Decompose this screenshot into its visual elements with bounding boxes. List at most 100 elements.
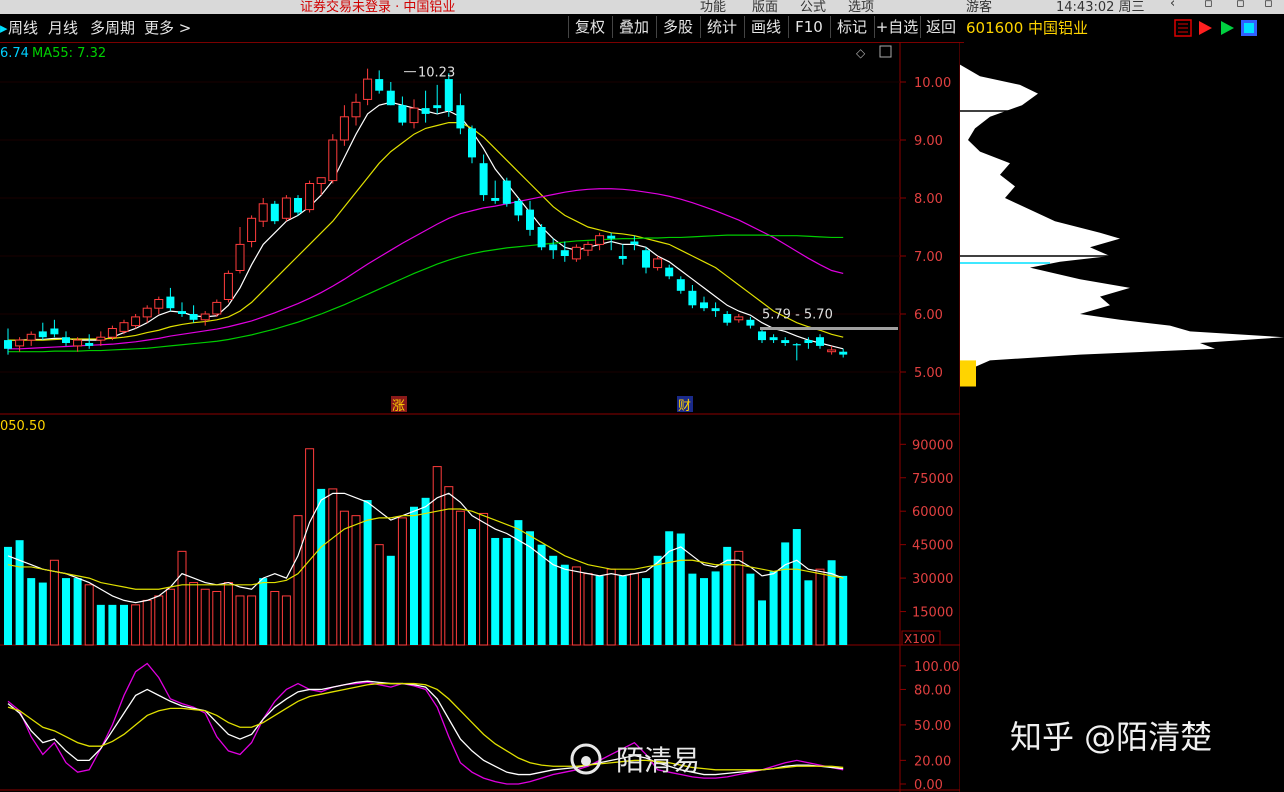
volume-bar-down [15, 540, 24, 645]
volume-bar-down [804, 580, 813, 645]
candle-body-down [189, 314, 198, 320]
menu-layout[interactable]: 版面 [752, 0, 778, 14]
volume-bar-down [781, 542, 790, 645]
volume-bar-down [96, 604, 105, 645]
stock-header: 601600 中国铝业 [964, 14, 1284, 42]
candle-body-down [816, 337, 824, 346]
volume-bar-down [839, 575, 848, 645]
price-y-axis: 10.00 9.00 8.00 7.00 6.00 5.00 [900, 76, 951, 381]
grid-settings-icon[interactable] [1240, 19, 1258, 37]
clock-text: 14:43:02 周三 [1056, 0, 1145, 14]
volume-tick-label: 60000 [912, 505, 953, 520]
zhihu-watermark: 知乎 @陌清楚 [1010, 718, 1212, 756]
volume-bar-up [351, 515, 361, 646]
candle-body-up [409, 107, 419, 124]
volume-bar-down [700, 578, 708, 645]
volume-bar-up [444, 486, 454, 646]
volume-bar-up [305, 448, 315, 646]
flag-play-icon[interactable] [1196, 19, 1214, 37]
volume-bar-down [676, 533, 685, 645]
candle-body-up [26, 333, 36, 341]
volume-bar-down [549, 555, 558, 645]
candle-body-down [62, 337, 70, 343]
candle-body-down [549, 244, 558, 251]
price-tick-label: 7.00 [914, 250, 943, 265]
weibo-watermark-text: 陌清易 [616, 744, 700, 777]
weibo-logo-eye-icon [581, 756, 591, 766]
candle-body-up [247, 217, 257, 243]
tab-weekly[interactable]: 周线 [8, 17, 38, 39]
indicator-tick-label: 20.00 [914, 754, 951, 769]
volume-legend: 050.50 [0, 419, 46, 434]
menu-function[interactable]: 功能 [700, 0, 726, 14]
menu-formula[interactable]: 公式 [800, 0, 826, 14]
overlay-button[interactable]: 叠加 [612, 16, 655, 38]
candle-body-down [537, 227, 546, 248]
volume-bar-down [468, 529, 476, 645]
candle-body-down [607, 235, 616, 239]
candle-body-down [560, 250, 569, 256]
mark-button[interactable]: 标记 [830, 16, 873, 38]
adjust-button[interactable]: 复权 [568, 16, 611, 38]
volume-bar-up [432, 466, 442, 646]
restore-icon[interactable]: ▫ [1264, 0, 1273, 11]
chip-distribution-shape [960, 64, 1284, 387]
candle-body-up [827, 349, 837, 353]
window-toggle-icon[interactable] [879, 45, 892, 58]
candle-body-down [746, 319, 755, 326]
price-tick-label: 6.00 [914, 308, 943, 323]
tab-multi-period[interactable]: 多周期 [90, 17, 135, 39]
add-watchlist-button[interactable]: +自选 [874, 16, 919, 38]
price-tick-label: 10.00 [914, 76, 951, 91]
stats-button[interactable]: 统计 [700, 16, 743, 38]
price-tick-label: 5.00 [914, 366, 943, 381]
candle-body-down [502, 180, 511, 204]
volume-bar-up [142, 599, 152, 646]
multi-stock-button[interactable]: 多股 [656, 16, 699, 38]
candle-body-up [96, 336, 106, 341]
volume-bar-up [49, 559, 59, 646]
candle-body-down [665, 267, 674, 277]
candle-body-up [316, 177, 326, 184]
minimize-icon[interactable]: ▫ [1204, 0, 1213, 11]
candle-body-up [281, 197, 291, 219]
volume-bar-up [235, 595, 245, 646]
draw-line-button[interactable]: 画线 [744, 16, 787, 38]
candle-body-up [339, 116, 349, 141]
back-nav-icon[interactable]: ‹ [1170, 0, 1175, 11]
chart-mode-icon[interactable] [1174, 19, 1192, 37]
volume-bar-down [758, 600, 766, 645]
arrow-icon[interactable] [1218, 19, 1236, 37]
candle-body-down [294, 198, 302, 213]
volume-bar-down [410, 506, 418, 645]
event-marker-cai[interactable]: 财 [678, 399, 691, 414]
candle-body-up [595, 235, 605, 245]
candle-body-down [166, 296, 175, 309]
volume-y-axis: 90000 75000 60000 45000 30000 15000 [900, 438, 953, 621]
tab-more[interactable]: 更多 > [144, 17, 191, 39]
candle-body-up [131, 316, 141, 327]
maximize-icon[interactable]: ▫ [1236, 0, 1245, 11]
stock-code-name: 601600 中国铝业 [966, 19, 1089, 37]
volume-bar-down [73, 578, 82, 645]
candle-body-up [583, 243, 593, 251]
volume-tick-label: 15000 [912, 606, 953, 621]
volume-bar-down [595, 575, 604, 645]
volume-bar-down [537, 544, 546, 645]
volume-bar-up [455, 510, 465, 646]
ma55-legend: MA55: 7.32 [32, 46, 106, 61]
candle-body-up [363, 78, 373, 100]
volume-bar-down [259, 578, 268, 645]
candle-body-down [676, 279, 685, 291]
indicator-line-1 [7, 662, 844, 785]
menu-options[interactable]: 选项 [848, 0, 874, 14]
diamond-icon[interactable]: ◇ [856, 46, 866, 60]
f10-button[interactable]: F10 [788, 16, 829, 38]
indicator-y-axis: 100.00 80.00 50.00 20.00 0.00 [900, 660, 960, 792]
volume-bar-down [120, 604, 128, 645]
event-marker-zhang[interactable]: 涨 [392, 399, 405, 414]
back-button[interactable]: 返回 [920, 16, 961, 38]
volume-bar-down [386, 555, 395, 645]
volume-bar-down [618, 575, 627, 645]
tab-monthly[interactable]: 月线 [48, 17, 78, 39]
